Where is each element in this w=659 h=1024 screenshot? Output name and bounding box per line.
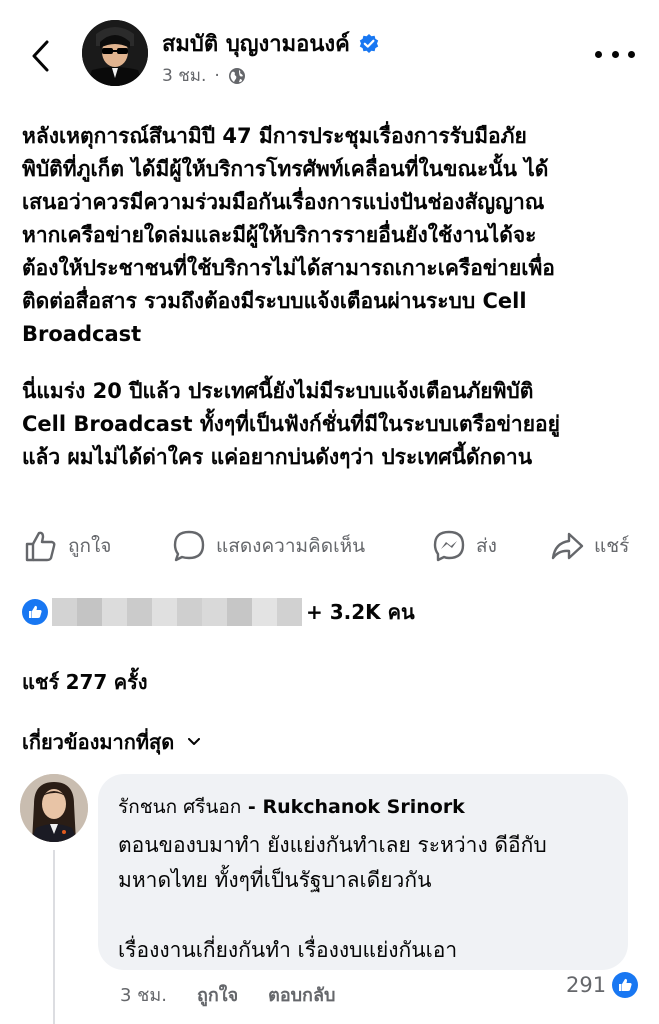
comment-like-button[interactable]: ถูกใจ [197,980,238,1009]
back-button[interactable] [24,36,56,76]
reactions-summary[interactable]: + 3.2K คน [22,594,415,630]
shares-count[interactable]: แชร์ 277 ครั้ง [22,666,148,698]
shares-number: 277 [65,670,108,694]
chevron-left-icon [32,40,49,72]
thumbs-up-icon [25,531,56,562]
author-avatar[interactable] [82,20,148,86]
comments-filter-dropdown[interactable]: เกี่ยวข้องมากที่สุด [22,726,201,758]
author-name-row: สมบัติ บุญงามอนงค์ [162,26,380,61]
commenter-avatar-image [20,774,88,842]
chevron-down-icon [188,738,201,745]
reaction-count: + 3.2K คน [306,600,415,624]
comment-reply-button[interactable]: ตอบกลับ [268,980,335,1009]
comment-thread-line [53,850,55,1024]
post-paragraph: นี่แมร่ง 20 ปีแล้ว ประเทศนี้ยังไม่มีระบบ… [22,379,560,469]
more-dot-icon [595,50,602,58]
comment-bubble-icon [173,530,205,562]
post-actions-bar: ถูกใจ แสดงความคิดเห็น ส่ง แชร์ [0,522,659,570]
like-reaction-icon [22,599,48,625]
comment-bubble: รักชนก ศรีนอก - Rukchanok Srinork ตอนของ… [98,774,628,970]
comment-like-count: 291 [566,973,607,997]
like-label: ถูกใจ [68,535,112,557]
blurred-reactor-names [52,598,302,626]
messenger-icon [433,530,465,562]
post-meta: 3 ชม. · [162,62,246,89]
comment-button[interactable]: แสดงความคิดเห็น [172,522,365,570]
globe-icon [228,67,245,84]
comment-author-dash: - [241,796,263,818]
comment-time[interactable]: 3 ชม. [120,980,167,1009]
comment-reactions[interactable]: 291 [566,972,639,998]
post-paragraph: หลังเหตุการณ์สึนามิปี 47 มีการประชุมเรื่… [22,124,555,346]
comment-author[interactable]: รักชนก ศรีนอก - Rukchanok Srinork [118,792,608,822]
more-options-button[interactable] [595,42,635,66]
comment-author-en: Rukchanok Srinork [262,796,465,818]
share-button[interactable]: แชร์ [550,522,629,570]
comment-meta: 3 ชม. ถูกใจ ตอบกลับ [120,980,365,1009]
commenter-avatar[interactable] [20,774,88,842]
comment-label: แสดงความคิดเห็น [216,535,366,557]
post-text: หลังเหตุการณ์สึนามิปี 47 มีการประชุมเรื่… [22,120,642,498]
comment-text: ตอนของบมาทำ ยังแย่งกันทำเลย ระหว่าง ดีอี… [118,833,547,962]
comment-author-thai: รักชนก ศรีนอก [118,796,242,818]
meta-separator: · [214,65,220,86]
share-arrow-icon [551,532,584,560]
shares-suffix: ครั้ง [113,670,148,694]
author-avatar-image [82,20,148,86]
send-button[interactable]: ส่ง [432,522,497,570]
like-reaction-icon [612,972,639,998]
send-label: ส่ง [476,535,497,557]
shares-prefix: แชร์ [22,670,60,694]
comments-filter-label: เกี่ยวข้องมากที่สุด [22,730,175,754]
author-name[interactable]: สมบัติ บุญงามอนงค์ [162,26,350,61]
share-label: แชร์ [594,535,630,557]
like-button[interactable]: ถูกใจ [24,522,111,570]
verified-badge-icon [359,33,379,53]
post-header: สมบัติ บุญงามอนงค์ 3 ชม. · [0,0,659,100]
more-dot-icon [611,50,619,58]
more-dot-icon [628,50,635,58]
post-time[interactable]: 3 ชม. [162,62,206,89]
